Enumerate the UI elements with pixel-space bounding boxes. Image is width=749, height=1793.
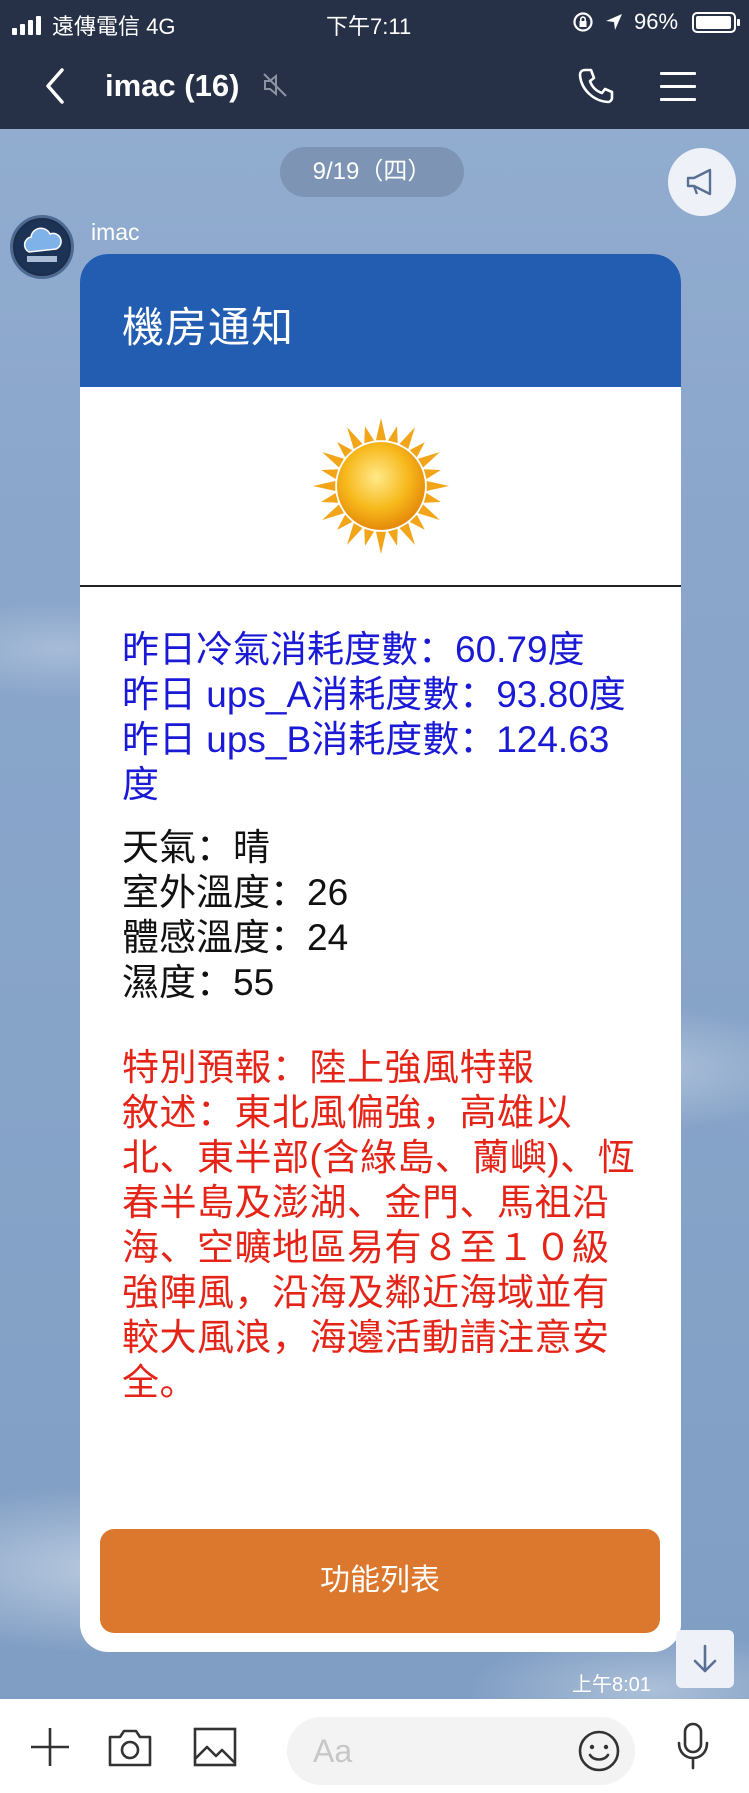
signal-icon xyxy=(12,16,41,35)
sun-ray xyxy=(346,427,363,449)
arrow-down-icon xyxy=(693,1644,717,1673)
sun-ray xyxy=(321,504,344,520)
microphone-icon[interactable] xyxy=(674,1721,712,1771)
mute-icon xyxy=(263,73,287,97)
sun-ray xyxy=(417,452,440,468)
outdoor-temperature: 室外溫度：26 xyxy=(122,872,349,913)
sun-ray xyxy=(346,523,363,545)
sun-ray xyxy=(387,528,398,546)
plus-icon[interactable] xyxy=(28,1725,72,1769)
sun-ray xyxy=(417,504,440,520)
rotation-lock-icon xyxy=(573,12,593,32)
card-hero xyxy=(80,387,681,587)
sun-ray xyxy=(375,418,386,441)
sun-ray xyxy=(387,426,398,444)
sun-ray xyxy=(398,427,415,449)
energy-ups-b: 昨日 ups_B消耗度數：124.63度 xyxy=(122,719,610,805)
sun-ray xyxy=(423,469,441,480)
date-separator: 9/19（四） xyxy=(280,147,464,197)
top-bar: 遠傳電信 4G 下午7:11 96% imac (16) xyxy=(0,0,749,129)
sun-ray xyxy=(320,492,338,503)
message-input-field[interactable] xyxy=(287,1717,635,1785)
sun-ray xyxy=(398,523,415,545)
battery-icon xyxy=(692,12,740,33)
chat-header: imac (16) xyxy=(0,50,749,122)
sun-ray xyxy=(320,469,338,480)
energy-ups-a: 昨日 ups_A消耗度數：93.80度 xyxy=(122,674,626,715)
back-icon[interactable] xyxy=(36,64,76,108)
weather-condition: 天氣：晴 xyxy=(122,827,270,868)
sun-ray xyxy=(363,528,374,546)
emoji-icon[interactable] xyxy=(577,1729,621,1773)
avatar[interactable] xyxy=(10,215,74,279)
weather-info: 天氣：晴 室外溫度：26 體感溫度：24 濕度：55 xyxy=(80,807,681,1005)
status-time: 下午7:11 xyxy=(326,14,412,39)
phone-icon[interactable] xyxy=(576,66,616,106)
sun-ray xyxy=(312,480,335,492)
humidity: 濕度：55 xyxy=(122,962,275,1003)
announcement-button[interactable] xyxy=(668,148,736,216)
sun-ray xyxy=(321,452,344,468)
battery-percent: 96% xyxy=(634,9,679,34)
notification-card: 機房通知 昨日冷氣消耗度數：60.79度 昨日 ups_A消耗度數：93.80度… xyxy=(80,254,681,1652)
input-bar xyxy=(0,1699,749,1793)
sun-ray xyxy=(426,480,449,492)
cloud-logo-icon xyxy=(15,220,69,274)
sun-icon xyxy=(312,418,449,554)
chat-title[interactable]: imac (16) xyxy=(105,68,239,104)
status-bar: 遠傳電信 4G 下午7:11 96% xyxy=(0,6,749,39)
location-icon xyxy=(606,14,622,30)
camera-icon[interactable] xyxy=(106,1725,154,1769)
scroll-down-button[interactable] xyxy=(676,1630,734,1688)
sun-ray xyxy=(363,426,374,444)
image-icon[interactable] xyxy=(192,1725,238,1769)
sun-ray xyxy=(375,531,386,554)
message-input[interactable] xyxy=(313,1731,563,1771)
sun-ray xyxy=(423,492,441,503)
megaphone-icon xyxy=(686,168,712,196)
function-list-button[interactable]: 功能列表 xyxy=(100,1529,660,1633)
menu-icon[interactable] xyxy=(660,72,696,111)
feels-like-temperature: 體感溫度：24 xyxy=(122,917,349,958)
card-title: 機房通知 xyxy=(80,254,681,387)
message-timestamp: 上午8:01 xyxy=(572,1674,651,1696)
weather-alert: 特別預報：陸上強風特報 敘述：東北風偏強，高雄以北、東半部(含綠島、蘭嶼)、恆春… xyxy=(122,1047,636,1403)
sender-name: imac xyxy=(91,219,140,245)
energy-ac: 昨日冷氣消耗度數：60.79度 xyxy=(122,629,585,670)
carrier-label: 遠傳電信 4G xyxy=(52,14,176,39)
